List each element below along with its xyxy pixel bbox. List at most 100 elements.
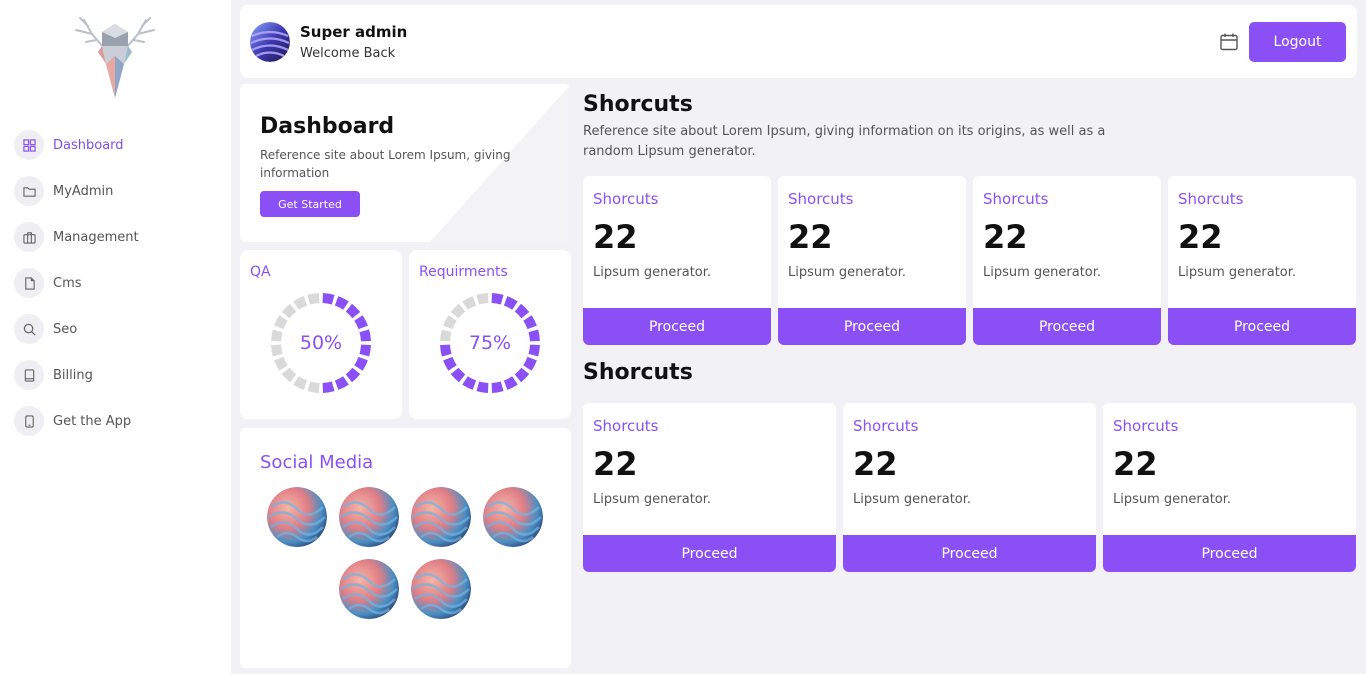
social-avatar[interactable]	[267, 487, 327, 547]
progress-segment-empty	[293, 296, 308, 310]
progress-segment-filled	[476, 381, 489, 393]
shortcut-label: Shorcuts	[853, 417, 919, 435]
progress-segment-filled	[443, 356, 457, 371]
progress-segment-filled	[514, 367, 530, 383]
progress-segment-empty	[440, 329, 452, 342]
logout-button[interactable]: Logout	[1249, 22, 1346, 62]
progress-segment-filled	[359, 329, 371, 342]
social-media-card: Social Media	[240, 428, 571, 668]
social-avatar[interactable]	[411, 487, 471, 547]
shortcut-card: Shorcuts 22 Lipsum generator. Proceed	[843, 403, 1096, 572]
avatar[interactable]	[250, 22, 290, 62]
qa-progress-ring: 50%	[271, 293, 371, 393]
progress-segment-filled	[334, 376, 349, 390]
social-avatar[interactable]	[483, 487, 543, 547]
requirements-progress-card: Requirments 75%	[409, 250, 571, 419]
shortcut-card: Shorcuts 22 Lipsum generator. Proceed	[583, 403, 836, 572]
section-title: Shorcuts	[583, 92, 693, 117]
sidebar: Dashboard MyAdmin Management Cms Seo Bil…	[0, 0, 231, 674]
progress-segment-empty	[462, 296, 477, 310]
sidebar-nav: Dashboard MyAdmin Management Cms Seo Bil…	[14, 130, 224, 452]
progress-segment-empty	[443, 315, 457, 330]
social-avatar[interactable]	[339, 559, 399, 619]
dashboard-card: Dashboard Reference site about Lorem Ips…	[240, 84, 571, 242]
progress-segment-filled	[491, 381, 504, 393]
proceed-button[interactable]: Proceed	[843, 535, 1096, 572]
qa-progress-card: QA 50%	[240, 250, 402, 419]
welcome-text: Welcome Back	[300, 46, 396, 61]
shortcut-card: Shorcuts 22 Lipsum generator. Proceed	[583, 176, 771, 345]
proceed-button[interactable]: Proceed	[778, 308, 966, 345]
section-description: Reference site about Lorem Ipsum, giving…	[583, 124, 1106, 159]
sidebar-item-myadmin[interactable]: MyAdmin	[14, 176, 224, 206]
proceed-button[interactable]: Proceed	[583, 535, 836, 572]
progress-title: QA	[250, 264, 271, 280]
shortcut-card: Shorcuts 22 Lipsum generator. Proceed	[1103, 403, 1356, 572]
progress-segment-filled	[514, 303, 530, 319]
sidebar-item-dashboard[interactable]: Dashboard	[14, 130, 224, 160]
social-avatar[interactable]	[411, 559, 471, 619]
shortcut-card: Shorcuts 22 Lipsum generator. Proceed	[973, 176, 1161, 345]
user-name: Super admin	[300, 23, 408, 41]
proceed-button[interactable]: Proceed	[1103, 535, 1356, 572]
shortcut-label: Shorcuts	[1178, 190, 1244, 208]
progress-segment-empty	[271, 344, 283, 357]
progress-value: 50%	[300, 332, 342, 354]
sidebar-item-label: MyAdmin	[53, 183, 114, 199]
sidebar-item-label: Seo	[53, 321, 78, 337]
progress-segment-empty	[476, 293, 489, 305]
shortcut-subtext: Lipsum generator.	[788, 265, 907, 280]
progress-segment-empty	[271, 329, 283, 342]
proceed-button[interactable]: Proceed	[1168, 308, 1356, 345]
shortcut-subtext: Lipsum generator.	[1113, 492, 1232, 507]
progress-segment-filled	[440, 344, 452, 357]
shortcut-subtext: Lipsum generator.	[593, 492, 712, 507]
calendar-icon[interactable]	[1219, 32, 1239, 52]
progress-segment-filled	[345, 367, 361, 383]
progress-segment-filled	[322, 381, 335, 393]
get-started-button[interactable]: Get Started	[260, 191, 360, 217]
progress-segment-empty	[307, 293, 320, 305]
sidebar-item-label: Billing	[53, 367, 93, 383]
sidebar-item-management[interactable]: Management	[14, 222, 224, 252]
sidebar-item-get-the-app[interactable]: Get the App	[14, 406, 224, 436]
progress-segment-filled	[322, 293, 335, 305]
progress-segment-filled	[450, 367, 466, 383]
progress-segment-filled	[345, 303, 361, 319]
progress-segment-filled	[359, 344, 371, 357]
shortcut-card: Shorcuts 22 Lipsum generator. Proceed	[778, 176, 966, 345]
briefcase-icon	[14, 222, 44, 252]
shortcut-value: 22	[1178, 218, 1223, 256]
deer-logo	[62, 16, 168, 104]
shortcut-subtext: Lipsum generator.	[983, 265, 1102, 280]
sidebar-item-cms[interactable]: Cms	[14, 268, 224, 298]
shortcut-value: 22	[788, 218, 833, 256]
requirements-progress-ring: 75%	[440, 293, 540, 393]
progress-segment-empty	[450, 303, 466, 319]
progress-segment-filled	[528, 329, 540, 342]
tablet-icon	[14, 406, 44, 436]
progress-segment-empty	[307, 381, 320, 393]
progress-segment-filled	[503, 376, 518, 390]
progress-segment-filled	[523, 356, 537, 371]
proceed-button[interactable]: Proceed	[973, 308, 1161, 345]
search-icon	[14, 314, 44, 344]
social-media-title: Social Media	[260, 452, 374, 473]
progress-segment-filled	[462, 376, 477, 390]
sidebar-item-billing[interactable]: Billing	[14, 360, 224, 390]
social-avatar[interactable]	[339, 487, 399, 547]
file-icon	[14, 268, 44, 298]
progress-value: 75%	[469, 332, 511, 354]
proceed-button[interactable]: Proceed	[583, 308, 771, 345]
shortcut-subtext: Lipsum generator.	[853, 492, 972, 507]
shortcut-label: Shorcuts	[593, 417, 659, 435]
sidebar-item-seo[interactable]: Seo	[14, 314, 224, 344]
shortcut-label: Shorcuts	[1113, 417, 1179, 435]
shortcut-subtext: Lipsum generator.	[1178, 265, 1297, 280]
sidebar-item-label: Cms	[53, 275, 82, 291]
shortcut-value: 22	[853, 445, 898, 483]
grid-icon	[14, 130, 44, 160]
progress-segment-filled	[334, 296, 349, 310]
section-title: Shorcuts	[583, 360, 693, 385]
progress-title: Requirments	[419, 264, 508, 280]
